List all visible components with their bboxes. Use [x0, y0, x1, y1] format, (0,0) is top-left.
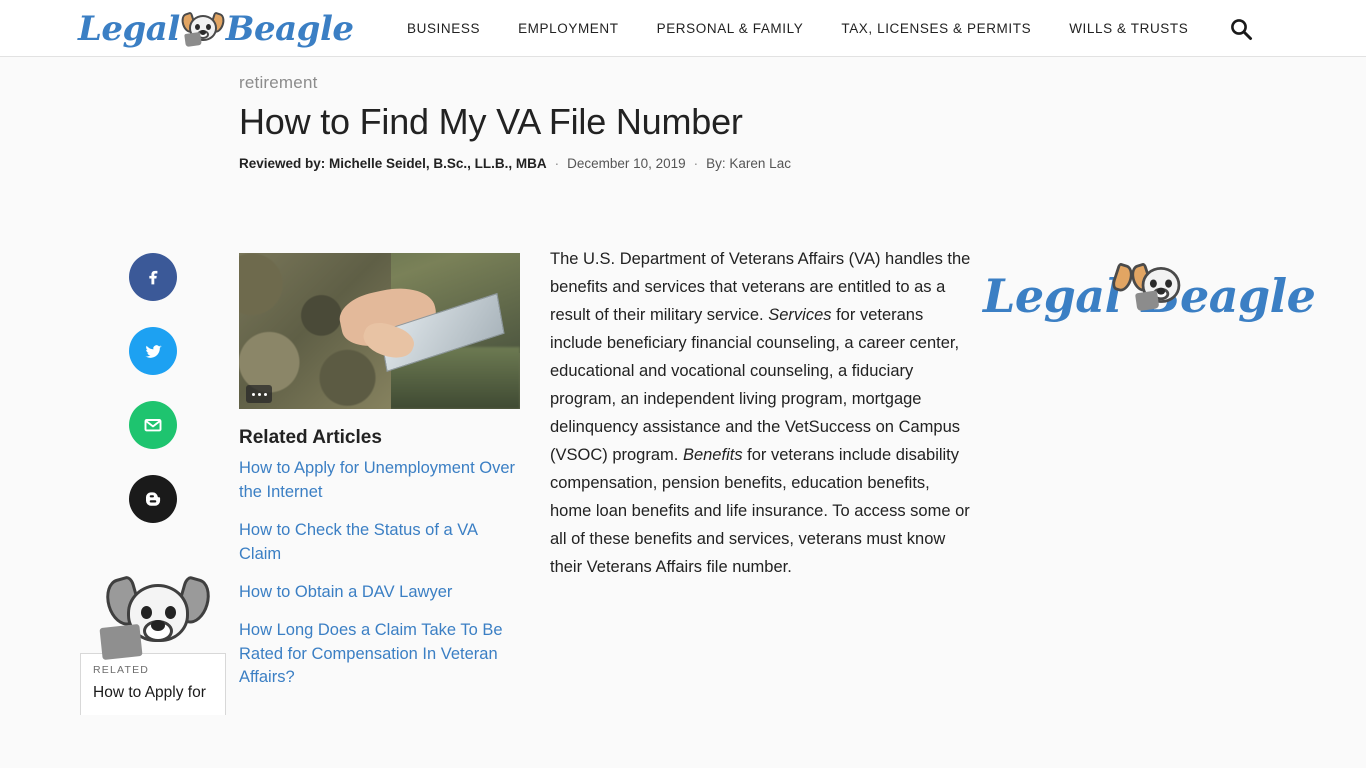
blogger-icon	[146, 492, 161, 506]
sidebar-logo-text-legal: Legal	[983, 269, 1122, 323]
nav-item-tax-licenses-permits[interactable]: TAX, LICENSES & PERMITS	[822, 21, 1050, 36]
sidebar-brand-logo: Legal Beagle	[983, 262, 1316, 327]
related-link-2[interactable]: How to Check the Status of a VA Claim	[239, 519, 520, 567]
logo-text-beagle: Beagle	[225, 9, 354, 49]
related-articles-heading: Related Articles	[239, 427, 382, 448]
article-category[interactable]: retirement	[239, 73, 979, 93]
body-emphasis-services: Services	[768, 306, 832, 324]
related-link-3[interactable]: How to Obtain a DAV Lawyer	[239, 581, 520, 605]
envelope-icon	[144, 419, 162, 432]
byline-separator-2: ·	[693, 156, 699, 172]
nav-item-employment[interactable]: EMPLOYMENT	[499, 21, 638, 36]
floating-beagle-mascot-icon	[99, 574, 215, 664]
article-sidebar: Related Articles How to Apply for Unempl…	[239, 253, 520, 690]
primary-navigation: BUSINESS EMPLOYMENT PERSONAL & FAMILY TA…	[388, 0, 1207, 57]
twitter-bird-icon	[144, 344, 162, 358]
body-paragraph-part-3: for veterans include disability compensa…	[550, 446, 970, 576]
site-header: Legal Beagle BUSINESS EMPLOYMENT PERSONA…	[0, 0, 1366, 57]
article-hero-image	[239, 253, 520, 409]
related-link-1[interactable]: How to Apply for Unemployment Over the I…	[239, 457, 520, 505]
image-options-ellipsis-icon[interactable]	[246, 385, 272, 403]
search-icon[interactable]	[1226, 14, 1256, 44]
twitter-share-button[interactable]	[129, 327, 177, 375]
byline: Reviewed by: Michelle Seidel, B.Sc., LL.…	[239, 156, 979, 171]
related-articles-list: How to Apply for Unemployment Over the I…	[239, 457, 520, 690]
byline-date: December 10, 2019	[567, 156, 686, 172]
floating-related-card[interactable]: RELATED How to Apply for	[80, 574, 226, 715]
beagle-logo-icon	[178, 11, 227, 48]
blogger-share-button[interactable]	[129, 475, 177, 523]
nav-item-business[interactable]: BUSINESS	[388, 21, 499, 36]
nav-item-personal-family[interactable]: PERSONAL & FAMILY	[638, 21, 823, 36]
article-header: retirement How to Find My VA File Number…	[239, 57, 979, 171]
floating-card-title[interactable]: How to Apply for	[81, 676, 225, 715]
logo-text-legal: Legal	[78, 9, 180, 49]
nav-item-wills-trusts[interactable]: WILLS & TRUSTS	[1050, 21, 1207, 36]
article-body: The U.S. Department of Veterans Affairs …	[550, 245, 974, 581]
page-title: How to Find My VA File Number	[239, 101, 743, 142]
facebook-share-button[interactable]	[129, 253, 177, 301]
byline-separator-1: ·	[554, 156, 560, 172]
facebook-icon	[149, 270, 158, 285]
social-share-rail	[129, 253, 177, 523]
body-paragraph-part-2: for veterans include beneficiary financi…	[550, 306, 961, 464]
byline-reviewer: Reviewed by: Michelle Seidel, B.Sc., LL.…	[239, 156, 547, 172]
body-emphasis-benefits: Benefits	[682, 446, 743, 464]
related-link-4[interactable]: How Long Does a Claim Take To Be Rated f…	[239, 619, 520, 691]
email-share-button[interactable]	[129, 401, 177, 449]
site-logo[interactable]: Legal Beagle	[78, 8, 354, 50]
byline-author: By: Karen Lac	[706, 156, 791, 172]
page-body: retirement How to Find My VA File Number…	[0, 57, 1366, 768]
